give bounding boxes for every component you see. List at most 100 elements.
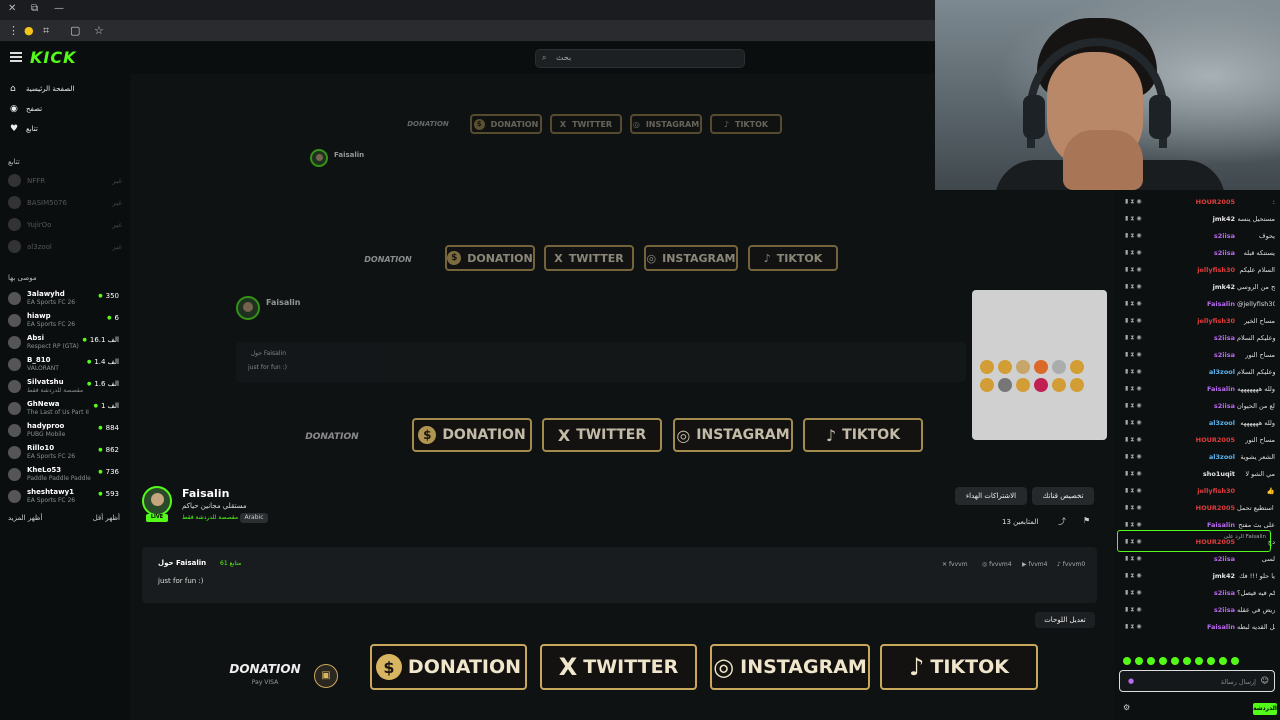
crop-icon[interactable]: ⌗ (43, 24, 49, 38)
close-window-icon[interactable]: ✕ (8, 3, 16, 14)
emote-icon[interactable] (1135, 657, 1143, 665)
emoji-icon[interactable] (1034, 378, 1048, 392)
chat-username[interactable]: jmk42 (1213, 572, 1235, 580)
nav-home[interactable]: ⌂ الصفحة الرئيسية (10, 84, 125, 98)
emote-icon[interactable] (1183, 657, 1191, 665)
recommended-item[interactable]: GhNewaThe Last of Us Part II 1 الف (8, 400, 123, 422)
emote-bar[interactable] (1123, 657, 1273, 667)
chat-settings-icon[interactable]: ⚙ (1123, 703, 1130, 712)
recommended-item[interactable]: Rillo10EA Sports FC 26 862 (8, 444, 123, 466)
stream-category[interactable]: مقصصة للدردشة فقط (182, 514, 238, 521)
chat-message[interactable]: ▮ ⧗ ◉ s2iisaمريض في عقله (1119, 602, 1279, 619)
chat-username[interactable]: HOUR2005 (1196, 436, 1235, 444)
chat-username[interactable]: jellyfish30 (1197, 317, 1235, 325)
chat-username[interactable]: s2iisa (1214, 555, 1235, 563)
emoji-icon[interactable] (1070, 360, 1084, 374)
panel-donation-mid[interactable]: $ DONATION (412, 418, 532, 452)
minimize-window-icon[interactable]: — (54, 3, 64, 14)
chat-message[interactable]: ▮ ⧗ ◉ jellyfish30 مساح الخير (1119, 313, 1279, 330)
chat-message[interactable]: ▮ ⧗ ◉ HOUR2005 مساح النور (1119, 432, 1279, 449)
gift-icon[interactable]: ⚑ (1083, 516, 1090, 525)
chat-message[interactable]: ▮ ⧗ ◉ s2iisa يستنكه قبله (1119, 245, 1279, 262)
panel-instagram[interactable]: ◎ INSTAGRAM (644, 245, 738, 271)
restore-window-icon[interactable]: ⧉ (31, 3, 38, 14)
chat-username[interactable]: Faisalin (1207, 521, 1235, 529)
show-less-link[interactable]: أظهر أقل (93, 514, 120, 522)
chat-message[interactable]: ▮ ⧗ ◉ s2iisaطالع من الحيوان (1119, 398, 1279, 415)
channel-name[interactable]: Faisalin (182, 487, 229, 500)
chat-message[interactable]: ▮ ⧗ ◉ s2iisa مساح النور (1119, 347, 1279, 364)
social-link[interactable]: ◎ fvvvm4 (982, 561, 1012, 568)
emoji-button-icon[interactable]: ☺ (1261, 676, 1269, 685)
following-item[interactable]: al3zool غير (8, 240, 126, 256)
recommended-item[interactable]: KheLo53Paddle Paddle Paddle 736 (8, 466, 123, 488)
panel-instagram-mid[interactable]: ◎ INSTAGRAM (673, 418, 793, 452)
search-input[interactable]: ⌕ بحث (535, 49, 745, 68)
panel-tiktok-mid[interactable]: ♪ TIKTOK (803, 418, 923, 452)
emoji-icon[interactable] (1016, 360, 1030, 374)
chat-message[interactable]: ▮ ⧗ ◉ s2iisa كم فيه فيصل؟ (1119, 585, 1279, 602)
panel-twitter[interactable]: X TWITTER (550, 114, 622, 134)
emoji-icon[interactable] (998, 360, 1012, 374)
chat-message[interactable]: ▮ ⧗ ◉ al3zool الشعر يشوية (1119, 449, 1279, 466)
chat-username[interactable]: jellyfish30 (1197, 266, 1235, 274)
panel-donation[interactable]: $ DONATION (470, 114, 542, 134)
mic-icon[interactable]: ● (1128, 677, 1134, 685)
edit-panels-button[interactable]: تعديل اللوحات (1035, 612, 1095, 628)
chat-username[interactable]: al3zool (1209, 368, 1235, 376)
chat-message[interactable]: ▮ ⧗ ◉ s2iisa وعليكم السلام (1119, 330, 1279, 347)
recommended-item[interactable]: hiawpEA Sports FC 26 6 (8, 312, 123, 334)
emote-icon[interactable] (1195, 657, 1203, 665)
panel-instagram[interactable]: ◎ INSTAGRAM (710, 644, 870, 690)
social-link[interactable]: ✕ fvvvm (942, 561, 968, 568)
chat-username[interactable]: Faisalin (1207, 385, 1235, 393)
chat-username[interactable]: al3zool (1209, 453, 1235, 461)
chat-message[interactable]: ▮ ⧗ ◉ jmk42انوعح من الروسي (1119, 279, 1279, 296)
chat-username[interactable]: HOUR2005 (1196, 504, 1235, 512)
chat-send-button[interactable]: الدردشة (1253, 703, 1277, 715)
nav-browse[interactable]: ◉ تصفح (10, 104, 125, 118)
chat-message[interactable]: ▮ ⧗ ◉ HOUR2005لا استطيع تحمل (1119, 500, 1279, 517)
chat-message[interactable]: ▮ ⧗ ◉ jellyfish30 👍 (1119, 483, 1279, 500)
recommended-item[interactable]: Silvatshuمقصصة للدردشة فقط1.6 الف (8, 378, 123, 400)
chat-username[interactable]: jmk42 (1213, 283, 1235, 291)
emoji-icon[interactable] (1070, 378, 1084, 392)
show-more-link[interactable]: أظهر المزيد (8, 514, 42, 522)
emoji-icon[interactable] (1034, 360, 1048, 374)
emote-icon[interactable] (1123, 657, 1131, 665)
chat-username[interactable]: jmk42 (1213, 215, 1235, 223)
star-icon[interactable]: ☆ (94, 24, 104, 37)
emote-icon[interactable] (1171, 657, 1179, 665)
emote-icon[interactable] (1231, 657, 1239, 665)
hamburger-menu-icon[interactable] (10, 52, 22, 62)
emoji-icon[interactable] (1052, 360, 1066, 374)
social-link[interactable]: ♪ fvvvm0 (1057, 561, 1085, 568)
chat-message[interactable]: ▮ ⧗ ◉ jmk42 مستحيل ينسه (1119, 211, 1279, 228)
panel-donation[interactable]: $ DONATION (370, 644, 527, 690)
chat-username[interactable]: s2iisa (1214, 589, 1235, 597)
emote-icon[interactable] (1147, 657, 1155, 665)
chat-username[interactable]: Faisalin (1207, 300, 1235, 308)
chat-message[interactable]: ▮ ⧗ ◉ s2iisa يحوف (1119, 228, 1279, 245)
panel-twitter[interactable]: X TWITTER (544, 245, 634, 271)
panel-tiktok[interactable]: ♪ TIKTOK (880, 644, 1038, 690)
recommended-item[interactable]: sheshtawy1EA Sports FC 26 593 (8, 488, 123, 510)
panel-tiktok[interactable]: ♪ TIKTOK (710, 114, 782, 134)
chat-message[interactable]: ▮ ⧗ ◉ s2iisa لسى (1119, 551, 1279, 568)
chat-username[interactable]: s2iisa (1214, 232, 1235, 240)
panel-twitter-mid[interactable]: X TWITTER (542, 418, 662, 452)
chat-message[interactable]: ▮ ⧗ ◉ Faisalin ولله هههههههه (1119, 381, 1279, 398)
chat-message[interactable]: ▮ ⧗ ◉ HOUR2005: (1119, 194, 1279, 211)
chat-username[interactable]: s2iisa (1214, 249, 1235, 257)
recommended-item[interactable]: AbsiRespect RP (GTA)16.1 الف (8, 334, 123, 356)
chat-username[interactable]: HOUR2005 (1196, 198, 1235, 206)
chat-message[interactable]: ▮ ⧗ ◉ al3zool وعليكم السلام (1119, 364, 1279, 381)
chat-username[interactable]: s2iisa (1214, 334, 1235, 342)
language-tag[interactable]: Arabic (240, 513, 268, 523)
chat-username[interactable]: al3zool (1209, 419, 1235, 427)
share-icon[interactable]: ⤴ (1058, 516, 1066, 527)
subscribe-gifts-button[interactable]: الاشتراكات الهداء (955, 487, 1027, 505)
emoji-icon[interactable] (998, 378, 1012, 392)
recommended-item[interactable]: 3alawyhdEA Sports FC 26 350 (8, 290, 123, 312)
emoji-icon[interactable] (1016, 378, 1030, 392)
